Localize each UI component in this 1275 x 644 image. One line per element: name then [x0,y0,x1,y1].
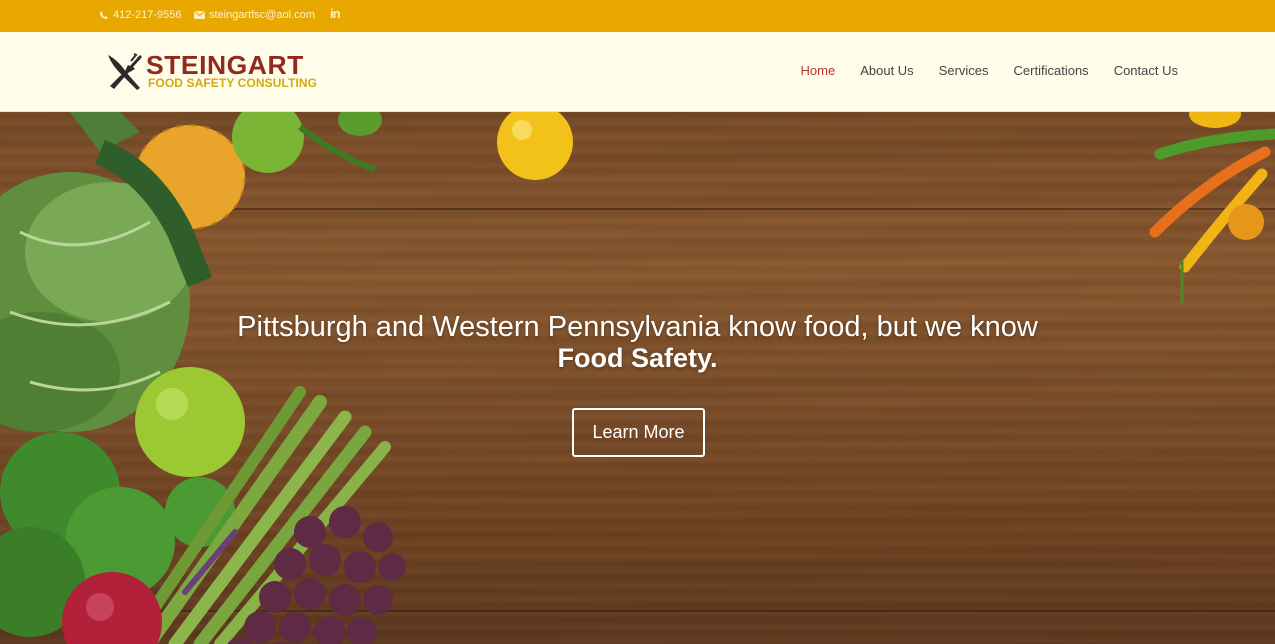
phone-icon [99,10,109,20]
green-pepper-image [338,112,382,136]
site-header: STEINGART FOOD SAFETY CONSULTING Home Ab… [0,32,1275,112]
brand-tagline: FOOD SAFETY CONSULTING [148,76,318,90]
main-nav: Home About Us Services Certifications Co… [801,63,1178,78]
hero-headline-emphasis: Food Safety. [557,343,718,373]
phone-text: 412-217-9556 [113,9,182,21]
phone-contact[interactable]: 412-217-9556 [99,9,182,21]
green-apple-image [135,367,245,477]
email-contact[interactable]: steingartfsc@aol.com [194,9,315,21]
hero-headline: Pittsburgh and Western Pennsylvania know… [0,310,1275,374]
linkedin-icon[interactable]: in [330,6,341,21]
email-text: steingartfsc@aol.com [209,9,315,21]
nav-about-us[interactable]: About Us [860,63,913,78]
nav-home[interactable]: Home [801,63,836,78]
nav-certifications[interactable]: Certifications [1014,63,1089,78]
top-info-bar: 412-217-9556 steingartfsc@aol.com in [0,0,1275,32]
fork-knife-icon [104,52,146,92]
site-logo[interactable]: STEINGART FOOD SAFETY CONSULTING [104,50,349,94]
learn-more-button[interactable]: Learn More [572,408,705,457]
yellow-pepper-image [1189,112,1241,128]
envelope-icon [194,11,205,19]
brand-name: STEINGART [146,50,304,80]
nav-contact-us[interactable]: Contact Us [1114,63,1178,78]
hero-headline-text: Pittsburgh and Western Pennsylvania know… [237,311,1038,343]
yellow-tomato-image [497,112,573,180]
produce-decoration [0,112,1275,644]
hero-banner: Pittsburgh and Western Pennsylvania know… [0,112,1275,644]
orange-tomato-image [1228,204,1264,240]
nav-services[interactable]: Services [939,63,989,78]
